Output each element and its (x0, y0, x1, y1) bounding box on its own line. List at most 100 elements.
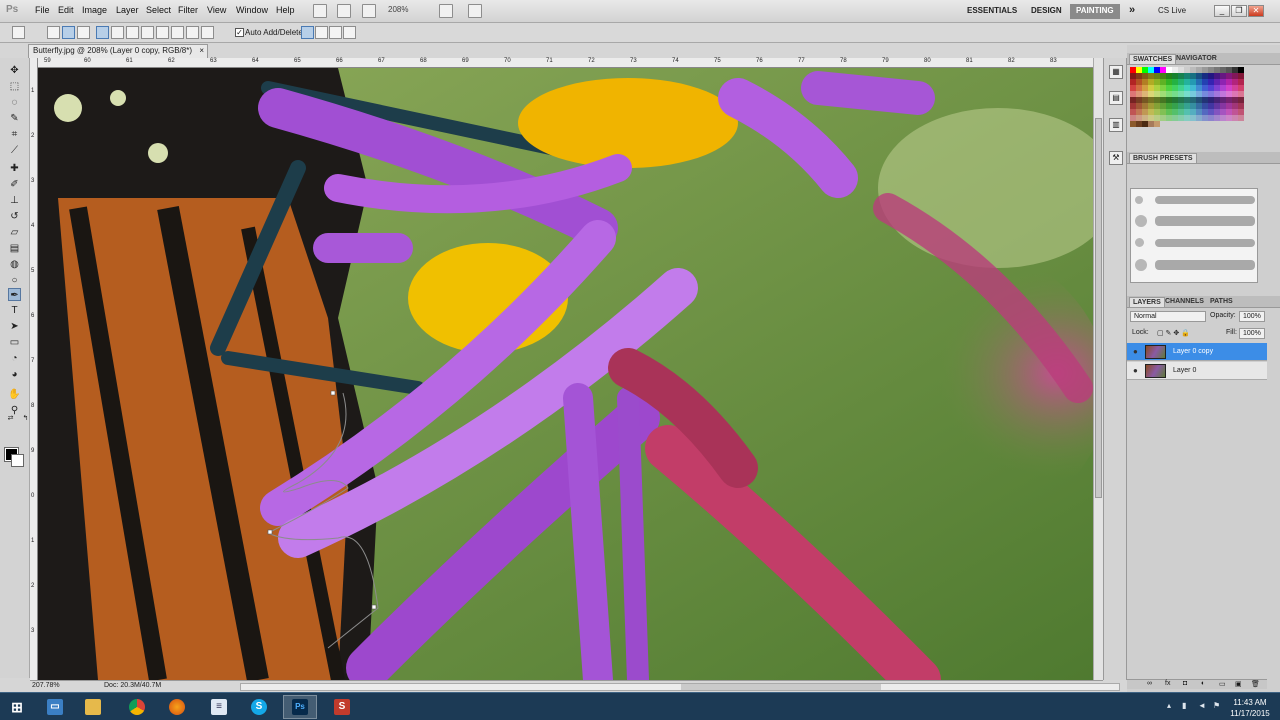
menu-layer[interactable]: Layer (116, 5, 139, 15)
workspace-painting[interactable]: PAINTING (1070, 4, 1120, 19)
shape-tool-icon[interactable]: ▭ (8, 336, 21, 349)
taskbar-photoshop[interactable]: Ps (283, 695, 317, 719)
pen-tool-preset-icon[interactable] (12, 26, 25, 39)
background-color-swatch[interactable] (11, 454, 24, 467)
fx-icon[interactable]: fx (1165, 680, 1170, 687)
color-swatch[interactable] (1154, 121, 1160, 127)
eyedropper-tool-icon[interactable]: ⟋ (8, 144, 21, 157)
fill-pixels-icon[interactable] (77, 26, 90, 39)
exclude-path-icon[interactable] (343, 26, 356, 39)
taskbar-folder[interactable] (76, 695, 110, 719)
zoom-percentage[interactable]: 207.78% (32, 682, 60, 689)
type-tool-icon[interactable]: T (8, 304, 21, 317)
line-icon[interactable] (186, 26, 199, 39)
menu-edit[interactable]: Edit (58, 5, 74, 15)
restore-icon[interactable]: ❐ (1231, 5, 1247, 17)
pen-tool-icon[interactable]: ✒ (8, 288, 21, 301)
tray-expand-icon[interactable]: ▴ (1167, 701, 1171, 710)
document-canvas[interactable] (38, 68, 1093, 680)
rectangle-icon[interactable] (126, 26, 139, 39)
opacity-field[interactable]: 100% (1239, 311, 1265, 322)
paths-mode-icon[interactable] (62, 26, 75, 39)
new-layer-icon[interactable]: ▣ (1235, 680, 1242, 688)
tab-layers[interactable]: LAYERS (1129, 297, 1165, 307)
screen-mode-icon[interactable] (468, 4, 482, 18)
minimize-icon[interactable]: _ (1214, 5, 1230, 17)
adjustment-layer-icon[interactable]: ◐ (1201, 680, 1205, 687)
rounded-rectangle-icon[interactable] (141, 26, 154, 39)
brush-tool-icon[interactable]: ✐ (8, 178, 21, 191)
taskbar-chrome[interactable] (120, 695, 154, 719)
eraser-tool-icon[interactable]: ▱ (8, 226, 21, 239)
fill-field[interactable]: 100% (1239, 328, 1265, 339)
volume-icon[interactable]: ◄ (1198, 701, 1206, 710)
healing-brush-tool-icon[interactable]: ✚ (8, 162, 21, 175)
brush-preset[interactable] (1135, 213, 1255, 229)
visibility-eye-icon[interactable]: ● (1133, 347, 1142, 356)
layer-row[interactable]: ● Layer 0 copy (1127, 343, 1267, 361)
close-icon[interactable]: ✕ (1248, 5, 1264, 17)
layer-row[interactable]: ● Layer 0 (1127, 362, 1267, 380)
tab-swatches[interactable]: SWATCHES (1129, 54, 1177, 64)
freeform-pen-icon[interactable] (111, 26, 124, 39)
taskbar-snagit[interactable]: S (325, 695, 359, 719)
polygon-icon[interactable] (171, 26, 184, 39)
info-panel-icon[interactable]: ▥ (1109, 118, 1123, 132)
network-icon[interactable]: ▮ (1182, 701, 1186, 710)
link-layers-icon[interactable]: ∞ (1147, 680, 1152, 687)
scrollbar-thumb[interactable] (1095, 118, 1102, 498)
menu-view[interactable]: View (207, 5, 226, 15)
gradient-tool-icon[interactable]: ▤ (8, 242, 21, 255)
taskbar-notepad[interactable]: ≡ (202, 695, 236, 719)
menu-file[interactable]: File (35, 5, 50, 15)
marquee-tool-icon[interactable]: ⬚ (8, 80, 21, 93)
add-mask-icon[interactable]: ◘ (1183, 680, 1187, 687)
new-group-icon[interactable]: ▭ (1219, 680, 1226, 688)
zoom-level[interactable]: 208% (388, 5, 408, 14)
shape-layers-icon[interactable] (47, 26, 60, 39)
path-select-tool-icon[interactable]: ➤ (8, 320, 21, 333)
add-to-path-icon[interactable] (301, 26, 314, 39)
tab-channels[interactable]: CHANNELS (1162, 297, 1207, 306)
menu-filter[interactable]: Filter (178, 5, 198, 15)
pen-icon[interactable] (96, 26, 109, 39)
delete-layer-icon[interactable]: 🗑 (1251, 680, 1260, 688)
menu-select[interactable]: Select (146, 5, 171, 15)
tab-brush-presets[interactable]: BRUSH PRESETS (1129, 153, 1197, 163)
tab-navigator[interactable]: NAVIGATOR (1173, 54, 1220, 63)
visibility-eye-icon[interactable]: ● (1133, 366, 1142, 375)
quick-select-tool-icon[interactable]: ✎ (8, 112, 21, 125)
history-panel-icon[interactable]: ▦ (1109, 65, 1123, 79)
subtract-path-icon[interactable] (315, 26, 328, 39)
cs-live-button[interactable]: CS Live (1152, 4, 1192, 19)
arrange-documents-icon[interactable] (439, 4, 453, 18)
windows-start-button[interactable]: ⊞ (0, 695, 34, 719)
close-tab-icon[interactable]: × (199, 46, 204, 55)
history-brush-tool-icon[interactable]: ↺ (8, 210, 21, 223)
lasso-tool-icon[interactable]: ◌ (8, 96, 21, 109)
menu-window[interactable]: Window (236, 5, 268, 15)
blend-mode-select[interactable]: Normal (1130, 311, 1206, 322)
ellipse-icon[interactable] (156, 26, 169, 39)
brush-preset[interactable] (1135, 192, 1255, 208)
vertical-scrollbar[interactable] (1093, 58, 1103, 680)
taskbar-firefox[interactable] (160, 695, 194, 719)
view-extras-icon[interactable] (362, 4, 376, 18)
workspace-essentials[interactable]: ESSENTIALS (961, 4, 1023, 19)
system-clock[interactable]: 11:43 AM 11/17/2015 (1228, 697, 1272, 719)
3d-rotate-tool-icon[interactable]: ◔ (8, 352, 21, 365)
flag-icon[interactable]: ⚑ (1213, 701, 1220, 710)
lock-icons[interactable]: ▢ ✎ ✥ 🔒 (1157, 329, 1203, 339)
dodge-tool-icon[interactable]: ○ (8, 274, 21, 287)
auto-add-delete-checkbox[interactable]: ✓ (235, 28, 244, 37)
more-workspaces-icon[interactable]: » (1123, 2, 1141, 17)
hand-tool-icon[interactable]: ✋ (8, 388, 21, 401)
launch-bridge-icon[interactable] (313, 4, 327, 18)
document-tab[interactable]: Butterfly.jpg @ 208% (Layer 0 copy, RGB/… (28, 44, 208, 58)
tab-paths[interactable]: PATHS (1207, 297, 1236, 306)
taskbar-skype[interactable]: S (242, 695, 276, 719)
horizontal-scrollbar[interactable] (240, 683, 1120, 691)
brush-preset[interactable] (1135, 257, 1255, 273)
workspace-design[interactable]: DESIGN (1025, 4, 1068, 19)
taskbar-explorer[interactable]: ▭ (38, 695, 72, 719)
